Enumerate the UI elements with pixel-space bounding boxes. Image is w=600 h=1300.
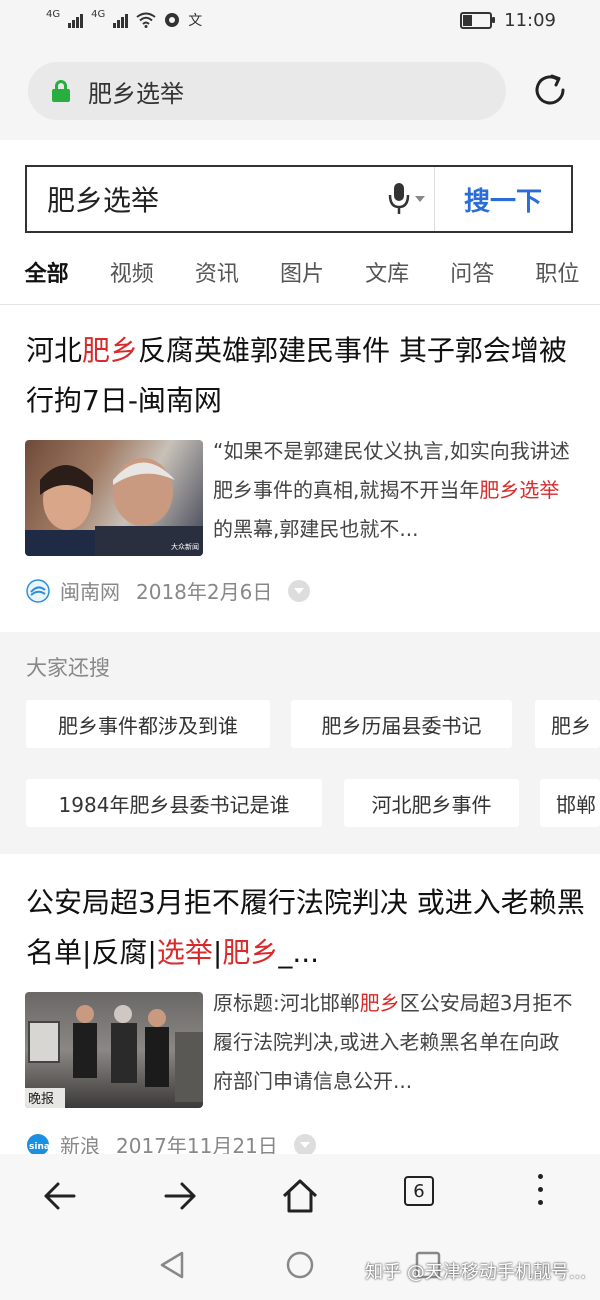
search-result[interactable]: 河北肥乡反腐英雄郭建民事件 其子郭会增被行拘7日-闽南网 大众新闻 “如果不是郭… — [0, 304, 600, 632]
microphone-icon[interactable] — [384, 179, 434, 219]
related-chip[interactable]: 河北肥乡事件 — [344, 779, 519, 827]
tab-count-button[interactable]: 6 — [404, 1176, 434, 1206]
signal-2-label: 4G — [91, 8, 106, 20]
snippet-highlight: 肥乡 — [359, 991, 400, 1015]
browser-toolbar: 6 — [0, 1154, 600, 1238]
result-date: 2018年2月6日 — [136, 580, 273, 604]
address-bar[interactable]: 肥乡选举 — [28, 62, 506, 120]
status-extra-icon: 文 — [188, 13, 203, 29]
search-result[interactable]: 公安局超3月拒不履行法院判决 或进入老赖黑名单|反腐|选举|肥乡_... 晚报 … — [0, 856, 600, 1158]
thumb-caption: 晚报 — [28, 1092, 54, 1107]
related-chip[interactable]: 邯郸 — [540, 779, 600, 827]
result-title-text: | — [212, 936, 223, 969]
nav-back-icon[interactable] — [158, 1250, 186, 1280]
signal-1-icon — [68, 12, 84, 28]
result-snippet: “如果不是郭建民仗义执言,如实向我讲述肥乡事件的真相,就揭不开当年肥乡选举的黑幕… — [213, 432, 578, 549]
search-input[interactable]: 肥乡选举 — [47, 179, 384, 219]
status-bar: 4G 4G 文 11:09 — [0, 0, 600, 44]
related-searches: 大家还搜 肥乡事件都涉及到谁 肥乡历届县委书记 肥乡 1984年肥乡县委书记是谁… — [0, 632, 600, 854]
related-heading: 大家还搜 — [26, 656, 110, 680]
result-title[interactable]: 河北肥乡反腐英雄郭建民事件 其子郭会增被行拘7日-闽南网 — [26, 326, 586, 426]
result-title-highlight: 肥乡 — [222, 936, 279, 969]
tab-all[interactable]: 全部 — [4, 248, 89, 304]
snippet-text: 原标题:河北邯郸 — [213, 991, 360, 1015]
minnan-logo-icon — [26, 578, 50, 603]
status-icons-left: 4G 4G 文 — [46, 8, 203, 30]
result-thumbnail[interactable]: 大众新闻 — [25, 440, 203, 556]
search-box: 肥乡选举 搜一下 — [25, 165, 573, 233]
snippet-text: 的黑幕,郭建民也就不... — [213, 517, 419, 541]
address-text: 肥乡选举 — [88, 79, 184, 108]
battery-icon — [460, 12, 496, 29]
related-chip[interactable]: 肥乡 — [535, 700, 600, 748]
search-button[interactable]: 搜一下 — [434, 167, 571, 231]
signal-1-label: 4G — [46, 8, 61, 20]
thumb-caption: 大众新闻 — [171, 542, 199, 551]
chevron-down-icon[interactable] — [293, 1133, 316, 1156]
result-snippet: 原标题:河北邯郸肥乡区公安局超3月拒不履行法院判决,或进入老赖黑名单在向政府部门… — [213, 984, 578, 1101]
result-source: 闽南网 — [60, 580, 120, 604]
tab-jobs[interactable]: 职位 — [515, 248, 600, 304]
result-title-highlight: 肥乡 — [82, 334, 139, 367]
related-chip[interactable]: 肥乡历届县委书记 — [291, 700, 512, 748]
shield-icon — [165, 13, 180, 27]
nav-home-icon[interactable] — [285, 1250, 315, 1280]
forward-arrow-icon[interactable] — [158, 1174, 202, 1218]
related-chip[interactable]: 1984年肥乡县委书记是谁 — [26, 779, 322, 827]
tab-library[interactable]: 文库 — [345, 248, 430, 304]
home-icon[interactable] — [278, 1174, 322, 1218]
status-icons-right: 11:09 — [460, 10, 556, 31]
result-meta: 闽南网 2018年2月6日 — [26, 576, 311, 605]
result-title-text: 河北 — [26, 334, 83, 367]
tab-video[interactable]: 视频 — [89, 248, 174, 304]
system-nav-bar: 知乎 @天津移动手机靓号... — [0, 1238, 600, 1300]
category-tabs: 全部 视频 资讯 图片 文库 问答 职位 — [0, 248, 600, 305]
result-title-text: _... — [278, 936, 320, 969]
result-title-highlight: 选举 — [156, 936, 213, 969]
back-arrow-icon[interactable] — [38, 1174, 82, 1218]
tab-qa[interactable]: 问答 — [430, 248, 515, 304]
related-chip[interactable]: 肥乡事件都涉及到谁 — [26, 700, 270, 748]
refresh-icon[interactable] — [530, 70, 570, 110]
wifi-icon — [136, 12, 156, 28]
result-thumbnail[interactable]: 晚报 — [25, 992, 203, 1108]
result-title[interactable]: 公安局超3月拒不履行法院判决 或进入老赖黑名单|反腐|选举|肥乡_... — [26, 878, 586, 978]
tab-news[interactable]: 资讯 — [174, 248, 259, 304]
tab-images[interactable]: 图片 — [259, 248, 344, 304]
more-menu-icon[interactable] — [537, 1174, 543, 1214]
signal-2-icon — [113, 12, 129, 28]
clock: 11:09 — [504, 10, 556, 31]
lock-icon — [52, 80, 70, 102]
sina-logo-icon: sina — [27, 1133, 50, 1156]
chevron-down-icon[interactable] — [288, 579, 311, 602]
svg-text:sina: sina — [29, 1142, 50, 1152]
snippet-highlight: 肥乡选举 — [479, 478, 560, 502]
watermark: 知乎 @天津移动手机靓号... — [365, 1262, 586, 1283]
address-bar-area: 肥乡选举 — [0, 44, 600, 140]
